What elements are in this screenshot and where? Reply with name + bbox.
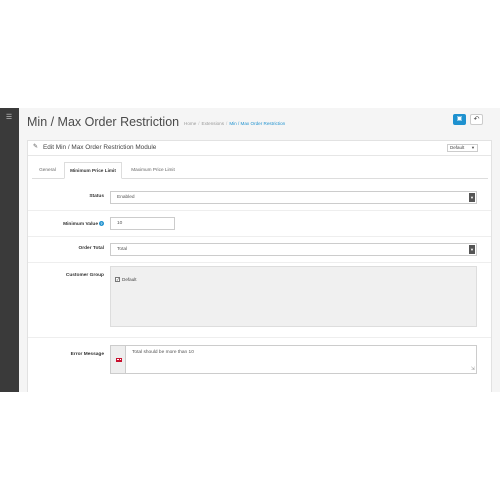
tab-bar: General Minimum Price Limit Maximum Pric… [32,162,488,179]
error-message-textarea[interactable]: Total should be more than 10 ⇲ [126,345,477,374]
chevron-down-icon: ▼ [469,245,475,254]
chevron-down-icon: ▼ [471,145,475,150]
error-message-group: Total should be more than 10 ⇲ [110,345,477,374]
error-message-label: Error Message [70,352,104,357]
divider [28,337,491,338]
status-label: Status [89,194,104,199]
uk-flag-icon [116,358,122,362]
pencil-icon: ✎ [33,144,39,150]
panel-title: Edit Min / Max Order Restriction Module [43,144,157,151]
language-addon [110,345,126,374]
error-message-value: Total should be more than 10 [132,350,194,355]
tab-minimum-price-limit[interactable]: Minimum Price Limit [64,162,122,179]
main-content: Min / Max Order Restriction Home / Extensi… [19,108,500,392]
order-total-select[interactable]: Total ▼ [110,243,477,256]
customer-group-checkbox[interactable]: ✓ [115,277,120,282]
menu-icon[interactable]: ☰ [4,114,14,122]
panel-heading: ✎ Edit Min / Max Order Restriction Modul… [28,141,491,156]
reply-icon: ↶ [473,116,480,123]
breadcrumb-home[interactable]: Home [184,121,196,126]
status-select[interactable]: Enabled ▼ [110,191,477,204]
divider [28,210,491,211]
breadcrumb-current[interactable]: Min / Max Order Restriction [229,121,285,126]
store-select[interactable]: Default ▼ [447,144,478,152]
sidebar: ☰ [0,108,19,392]
tab-general[interactable]: General [32,162,63,178]
save-icon: ▣ [456,116,463,122]
minimum-value-label-text: Minimum Value [63,221,98,227]
minimum-value-label: Minimum Value? [34,221,104,227]
status-value: Enabled [117,195,135,200]
customer-group-list: ✓ Default [110,266,477,327]
chevron-down-icon: ▼ [469,193,475,202]
divider [28,262,491,263]
order-total-label: Order Total [78,246,105,251]
edit-panel: ✎ Edit Min / Max Order Restriction Modul… [27,140,492,392]
divider [28,236,491,237]
resize-handle-icon[interactable]: ⇲ [471,367,475,372]
order-total-value: Total [117,247,128,252]
customer-group-option-label: Default [122,277,137,282]
breadcrumb: Home / Extensions / Min / Max Order Restrict… [184,121,286,126]
customer-group-label: Customer Group [65,273,104,278]
page-title: Min / Max Order Restriction [27,115,180,129]
back-button[interactable]: ↶ [470,114,483,125]
save-button[interactable]: ▣ [453,114,466,125]
tab-maximum-price-limit[interactable]: Maximum Price Limit [124,162,182,178]
minimum-value-input[interactable]: 10 [110,217,175,230]
info-icon[interactable]: ? [99,221,104,226]
admin-app: ☰ Min / Max Order Restriction Home / Exten… [0,108,500,392]
store-select-value: Default [450,145,465,150]
breadcrumb-extensions[interactable]: Extensions [202,121,224,126]
